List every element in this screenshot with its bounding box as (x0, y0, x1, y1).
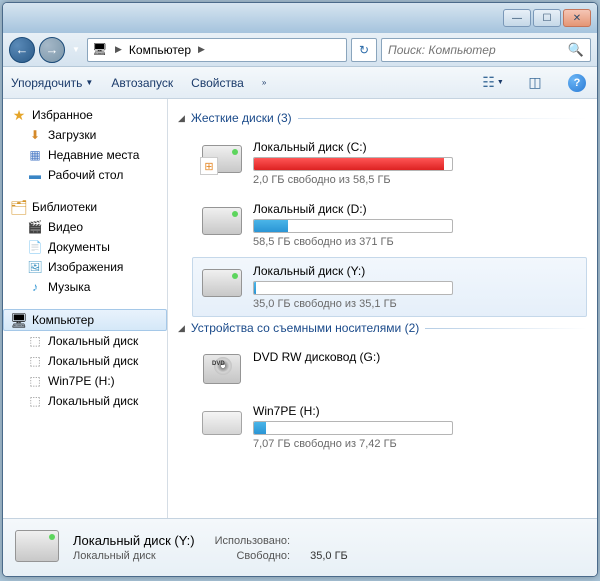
item-label: Музыка (48, 280, 90, 294)
capacity-bar (253, 281, 453, 295)
item-label: Локальный диск (48, 334, 138, 348)
item-icon: ⬚ (27, 333, 43, 349)
item-icon: 📄 (27, 239, 43, 255)
computer-icon: 🖥 (92, 42, 108, 58)
drive-name: Локальный диск (Y:) (253, 264, 578, 278)
search-input[interactable] (388, 43, 568, 57)
item-label: Локальный диск (48, 354, 138, 368)
breadcrumb-computer[interactable]: Компьютер (129, 43, 191, 57)
explorer-window: — ☐ ✕ ← → ▼ 🖥 ▶ Компьютер ▶ ↻ 🔍 Упорядоч… (2, 2, 598, 577)
sidebar-item[interactable]: ⬇ Загрузки (3, 125, 167, 145)
drive-name: DVD RW дисковод (G:) (253, 350, 578, 364)
maximize-button[interactable]: ☐ (533, 9, 561, 27)
sidebar-item[interactable]: ⬚ Win7PE (H:) (3, 371, 167, 391)
sidebar-item[interactable]: 📄 Документы (3, 237, 167, 257)
preview-pane-button[interactable]: ◫ (523, 72, 547, 94)
item-icon: ⬚ (27, 353, 43, 369)
drive-name: Локальный диск (C:) (253, 140, 578, 154)
properties-button[interactable]: Свойства (191, 76, 244, 90)
help-button[interactable]: ? (565, 72, 589, 94)
drive-status: 35,0 ГБ свободно из 35,1 ГБ (253, 298, 578, 310)
drive-status: 2,0 ГБ свободно из 58,5 ГБ (253, 174, 578, 186)
sidebar-item[interactable]: ⬚ Локальный диск (3, 351, 167, 371)
sidebar-item[interactable]: 🖼 Изображения (3, 257, 167, 277)
item-label: Локальный диск (48, 394, 138, 408)
view-options-button[interactable]: ☷▼ (481, 72, 505, 94)
details-drive-name: Локальный диск (Y:) (73, 533, 195, 548)
capacity-bar (253, 157, 453, 171)
item-icon: ⬚ (27, 373, 43, 389)
close-button[interactable]: ✕ (563, 9, 591, 27)
content-pane: ◢Жесткие диски (3) Локальный диск (C:) 2,… (168, 99, 597, 518)
drive-status: 7,07 ГБ свободно из 7,42 ГБ (253, 438, 578, 450)
drive-icon (15, 530, 59, 566)
item-icon: ▦ (27, 147, 43, 163)
details-free-label: Свободно: (215, 550, 291, 562)
sidebar-computer[interactable]: 🖥Компьютер (3, 309, 167, 331)
item-icon: 🎬 (27, 219, 43, 235)
more-menu[interactable]: » (262, 78, 266, 87)
capacity-bar (253, 219, 453, 233)
item-icon: ♪ (27, 279, 43, 295)
item-icon: 🖼 (27, 259, 43, 275)
navigation-pane: ★Избранное ⬇ Загрузки ▦ Недавние места ▬ Рабо… (3, 99, 168, 518)
navigation-bar: ← → ▼ 🖥 ▶ Компьютер ▶ ↻ 🔍 (3, 33, 597, 67)
autoplay-button[interactable]: Автозапуск (111, 76, 173, 90)
item-label: Win7PE (H:) (48, 374, 115, 388)
details-pane: Локальный диск (Y:) Использовано: Локаль… (3, 518, 597, 576)
organize-menu[interactable]: Упорядочить▼ (11, 76, 93, 90)
titlebar: — ☐ ✕ (3, 3, 597, 33)
back-button[interactable]: ← (9, 37, 35, 63)
details-used-label: Использовано: (215, 535, 291, 547)
drive-icon: DVD (201, 350, 243, 388)
sidebar-item[interactable]: 🎬 Видео (3, 217, 167, 237)
drive-icon (201, 404, 243, 442)
sidebar-item[interactable]: ⬚ Локальный диск (3, 391, 167, 411)
item-icon: ⬚ (27, 393, 43, 409)
drive-status: 58,5 ГБ свободно из 371 ГБ (253, 236, 578, 248)
breadcrumb-separator[interactable]: ▶ (195, 44, 208, 55)
drive-name: Win7PE (H:) (253, 404, 578, 418)
search-box[interactable]: 🔍 (381, 38, 591, 62)
item-label: Изображения (48, 260, 123, 274)
search-icon: 🔍 (568, 42, 584, 58)
refresh-button[interactable]: ↻ (351, 38, 377, 62)
history-dropdown[interactable]: ▼ (69, 40, 83, 60)
hard-disks-group[interactable]: ◢Жесткие диски (3) (178, 111, 587, 125)
sidebar-libraries[interactable]: 🗂Библиотеки (3, 197, 167, 217)
drive-item[interactable]: Win7PE (H:) 7,07 ГБ свободно из 7,42 ГБ (192, 397, 587, 457)
item-label: Рабочий стол (48, 168, 123, 182)
drive-item[interactable]: Локальный диск (Y:) 35,0 ГБ свободно из 3… (192, 257, 587, 317)
drive-item[interactable]: DVD DVD RW дисковод (G:) (192, 343, 587, 395)
drive-item[interactable]: Локальный диск (C:) 2,0 ГБ свободно из 58… (192, 133, 587, 193)
drive-icon (201, 202, 243, 240)
sidebar-item[interactable]: ♪ Музыка (3, 277, 167, 297)
address-bar[interactable]: 🖥 ▶ Компьютер ▶ (87, 38, 347, 62)
item-label: Видео (48, 220, 83, 234)
sidebar-item[interactable]: ⬚ Локальный диск (3, 331, 167, 351)
sidebar-item[interactable]: ▦ Недавние места (3, 145, 167, 165)
command-bar: Упорядочить▼ Автозапуск Свойства » ☷▼ ◫ … (3, 67, 597, 99)
item-label: Документы (48, 240, 110, 254)
drive-icon (201, 264, 243, 302)
drive-item[interactable]: Локальный диск (D:) 58,5 ГБ свободно из 3… (192, 195, 587, 255)
details-drive-type: Локальный диск (73, 550, 195, 562)
sidebar-item[interactable]: ▬ Рабочий стол (3, 165, 167, 185)
item-label: Загрузки (48, 128, 96, 142)
breadcrumb-separator[interactable]: ▶ (112, 44, 125, 55)
drive-icon (201, 140, 243, 178)
drive-name: Локальный диск (D:) (253, 202, 578, 216)
removable-group[interactable]: ◢Устройства со съемными носителями (2) (178, 321, 587, 335)
item-icon: ▬ (27, 167, 43, 183)
item-label: Недавние места (48, 148, 139, 162)
capacity-bar (253, 421, 453, 435)
details-free-value: 35,0 ГБ (310, 550, 348, 562)
item-icon: ⬇ (27, 127, 43, 143)
sidebar-favorites[interactable]: ★Избранное (3, 105, 167, 125)
minimize-button[interactable]: — (503, 9, 531, 27)
forward-button[interactable]: → (39, 37, 65, 63)
